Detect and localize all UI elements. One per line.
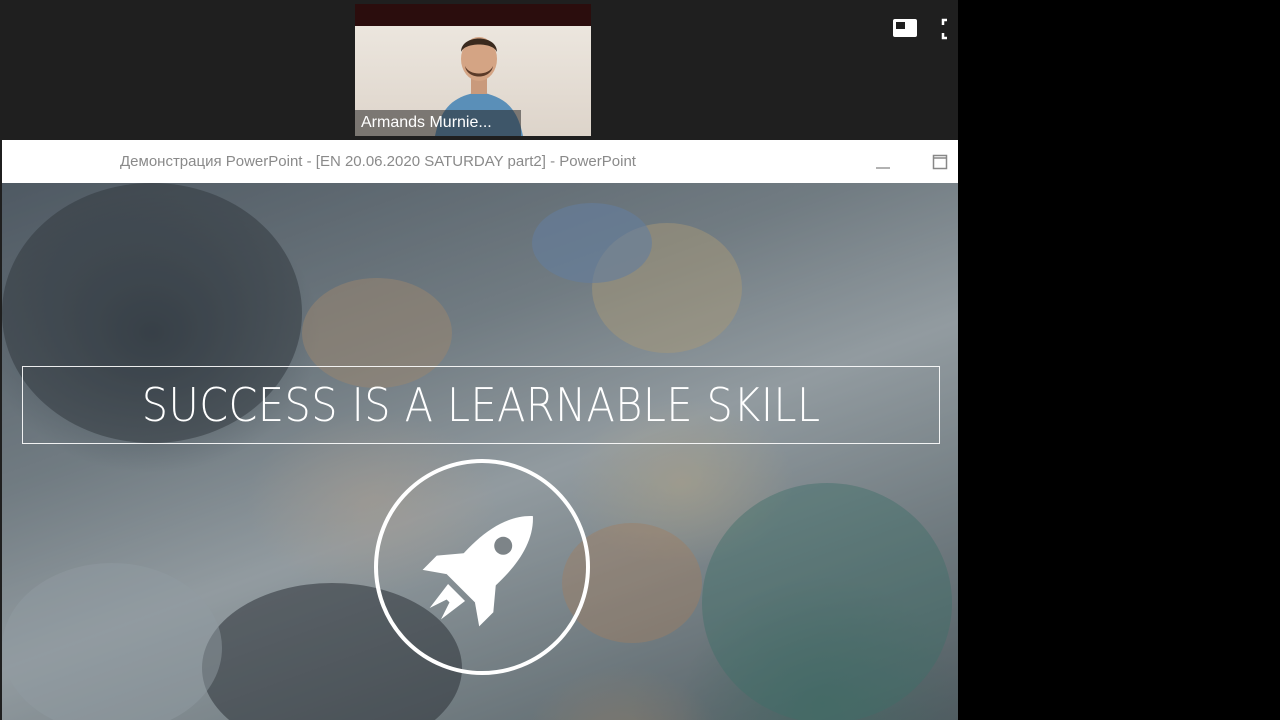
maximize-icon: [932, 154, 948, 170]
layout-button[interactable]: [892, 16, 918, 42]
minimize-button[interactable]: [874, 156, 892, 170]
powerpoint-titlebar[interactable]: Демонстрация PowerPoint - [EN 20.06.2020…: [2, 140, 958, 184]
slide-title-box: SUCCESS IS A LEARNABLE SKILL: [22, 366, 940, 444]
meeting-area: Armands Murnie... Демонстрация PowerPoin…: [0, 0, 958, 720]
minimize-icon: [876, 167, 890, 169]
slide-title: SUCCESS IS A LEARNABLE SKILL: [141, 378, 821, 432]
rocket-icon: [374, 459, 590, 675]
maximize-button[interactable]: [932, 154, 948, 170]
fullscreen-button[interactable]: [940, 16, 958, 42]
window-title: Демонстрация PowerPoint - [EN 20.06.2020…: [120, 153, 636, 170]
participant-video-tile[interactable]: Armands Murnie...: [355, 4, 591, 136]
participant-name-label: Armands Murnie...: [355, 110, 521, 136]
fullscreen-icon: [941, 18, 947, 40]
rocket-emblem: [370, 455, 594, 679]
slide: SUCCESS IS A LEARNABLE SKILL: [2, 183, 958, 720]
layout-icon: [893, 19, 917, 37]
black-side-bar: [958, 0, 1280, 720]
